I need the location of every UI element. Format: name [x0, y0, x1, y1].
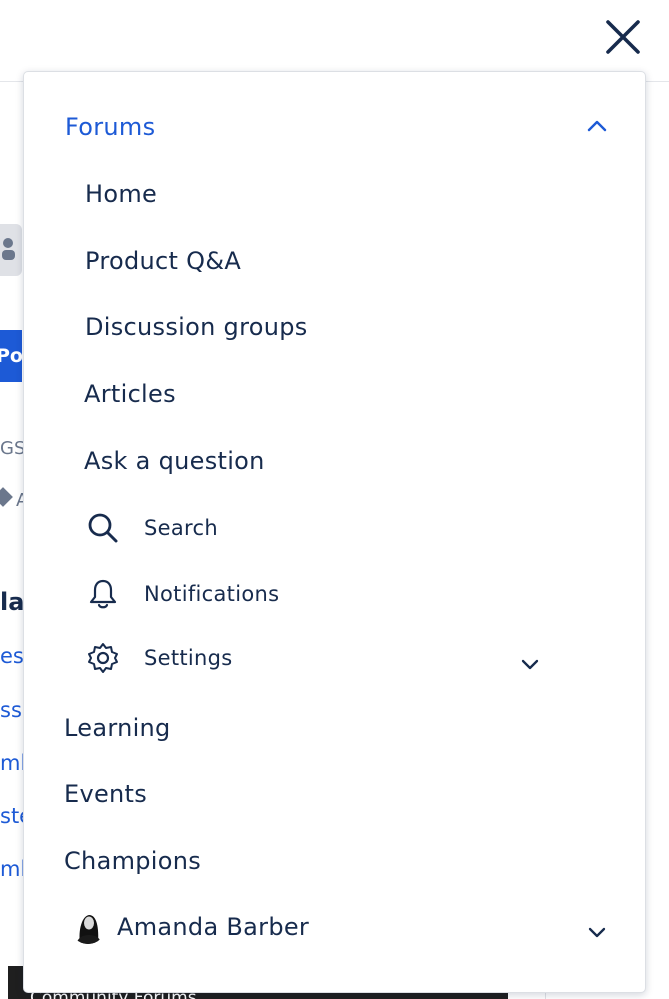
menu-item-settings[interactable]: Settings: [24, 634, 645, 682]
menu-item-learning[interactable]: Learning: [24, 704, 645, 752]
background-user-button[interactable]: [0, 224, 22, 276]
top-bar: [0, 0, 669, 82]
submenu-item-label: Home: [85, 180, 158, 208]
submenu-item-label: Product Q&A: [85, 247, 242, 275]
background-tags-heading: GS: [0, 438, 26, 459]
user-name: Amanda Barber: [117, 913, 310, 941]
submenu-item-discussion-groups[interactable]: Discussion groups: [24, 303, 645, 351]
menu-item-forums[interactable]: Forums: [24, 103, 645, 151]
menu-item-champions[interactable]: Champions: [24, 837, 645, 885]
background-heading: la: [0, 588, 25, 616]
chevron-up-icon: [584, 113, 610, 139]
close-menu-button[interactable]: [600, 14, 646, 60]
menu-item-label: Learning: [64, 714, 171, 742]
menu-item-label: Champions: [64, 847, 202, 875]
menu-item-search[interactable]: Search: [24, 504, 645, 552]
forums-label: Forums: [65, 113, 156, 141]
gear-icon: [86, 641, 120, 675]
submenu-item-label: Ask a question: [84, 447, 265, 475]
submenu-item-ask-question[interactable]: Ask a question: [24, 437, 645, 485]
submenu-item-articles[interactable]: Articles: [24, 370, 645, 418]
menu-item-events[interactable]: Events: [24, 770, 645, 818]
submenu-item-label: Discussion groups: [85, 313, 308, 341]
background-post-button[interactable]: Pos: [0, 330, 22, 382]
menu-item-notifications[interactable]: Notifications: [24, 570, 645, 618]
close-icon: [606, 20, 640, 54]
notifications-label: Notifications: [144, 582, 280, 606]
search-label: Search: [144, 516, 218, 540]
search-icon: [86, 511, 120, 545]
chevron-down-icon[interactable]: [517, 651, 543, 677]
background-link[interactable]: es: [0, 644, 24, 668]
menu-item-label: Events: [64, 780, 148, 808]
submenu-item-label: Articles: [84, 380, 176, 408]
chevron-down-icon[interactable]: [584, 919, 610, 945]
users-icon: [2, 238, 15, 260]
submenu-item-product-qa[interactable]: Product Q&A: [24, 237, 645, 285]
submenu-item-home[interactable]: Home: [24, 170, 645, 218]
tag-icon: [0, 487, 13, 507]
bell-icon: [86, 577, 120, 611]
navigation-menu: Forums Home Product Q&A Discussion group…: [23, 71, 646, 993]
settings-label: Settings: [144, 646, 233, 670]
menu-item-user[interactable]: Amanda Barber: [24, 903, 645, 951]
